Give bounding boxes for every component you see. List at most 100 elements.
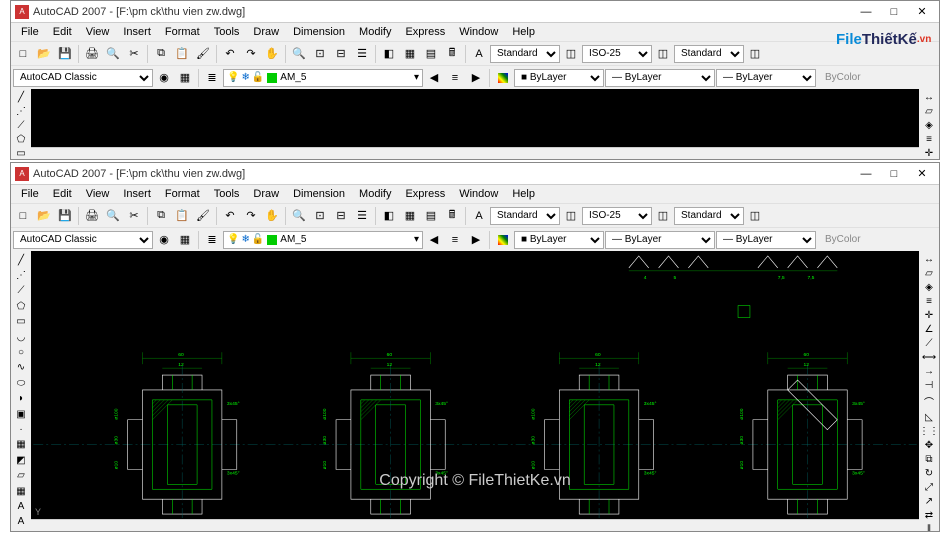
menu-file[interactable]: File <box>15 25 45 39</box>
undo-button[interactable]: ↶ <box>220 44 240 64</box>
menu-edit[interactable]: Edit <box>47 25 78 39</box>
dimstyle-icon[interactable]: ◫ <box>653 44 673 64</box>
menu-express[interactable]: Express <box>399 25 451 39</box>
tablestyle-icon[interactable]: ◫ <box>745 44 765 64</box>
maximize-button[interactable]: □ <box>881 3 907 21</box>
copy-button[interactable]: ⧉ <box>151 206 171 226</box>
minimize-button[interactable]: — <box>853 165 879 183</box>
cham-tool[interactable]: ◺ <box>920 411 938 424</box>
horizontal-scrollbar[interactable] <box>31 147 919 159</box>
line-tool[interactable]: ╱ <box>12 253 30 267</box>
textstyle-select[interactable]: Standard <box>490 207 560 225</box>
tbl-tool[interactable]: ▦ <box>12 484 30 498</box>
tablestyle-select[interactable]: Standard <box>674 45 744 63</box>
dist-tool[interactable]: ↔ <box>920 253 938 266</box>
cop-tool[interactable]: ⧉ <box>920 453 938 466</box>
dist-tool[interactable]: ↔ <box>920 91 938 104</box>
tablestyle-icon[interactable]: ◫ <box>745 206 765 226</box>
new-button[interactable]: □ <box>13 44 33 64</box>
menu-insert[interactable]: Insert <box>117 187 157 201</box>
mir-tool[interactable]: ⇄ <box>920 509 938 522</box>
color-select[interactable]: ■ ByLayer <box>514 69 604 87</box>
layer-nav-1[interactable]: ≡ <box>445 230 465 250</box>
menu-express[interactable]: Express <box>399 187 451 201</box>
layer-select[interactable]: 💡❄🔓AM_5▾ <box>223 231 423 249</box>
ell-tool[interactable]: ⬭ <box>12 376 30 390</box>
dc-button[interactable]: ◧ <box>379 206 399 226</box>
zoomrt-button[interactable]: 🔍 <box>289 44 309 64</box>
zoomw-button[interactable]: ⊡ <box>310 206 330 226</box>
rot-tool[interactable]: ↻ <box>920 467 938 480</box>
menu-modify[interactable]: Modify <box>353 25 397 39</box>
menu-tools[interactable]: Tools <box>208 187 246 201</box>
menu-format[interactable]: Format <box>159 25 206 39</box>
workspace-select[interactable]: AutoCAD Classic <box>13 69 153 87</box>
layer-nav-0[interactable]: ◀ <box>424 230 444 250</box>
prop-button[interactable]: ☰ <box>352 44 372 64</box>
sset-button[interactable]: ▤ <box>421 206 441 226</box>
mov-tool[interactable]: ✥ <box>920 439 938 452</box>
layer-manager-button[interactable]: ≣ <box>202 68 222 88</box>
lineweight-select[interactable]: — ByLayer <box>716 231 816 249</box>
open-button[interactable]: 📂 <box>34 206 54 226</box>
cut-button[interactable]: ✂ <box>124 206 144 226</box>
horizontal-scrollbar[interactable] <box>31 519 919 531</box>
ws-btn-1[interactable]: ▦ <box>175 68 195 88</box>
id-tool[interactable]: ✛ <box>920 309 938 322</box>
cline-tool[interactable]: ⋰ <box>12 268 30 282</box>
layer-manager-button[interactable]: ≣ <box>202 230 222 250</box>
menu-window[interactable]: Window <box>453 187 504 201</box>
close-button[interactable]: ✕ <box>909 3 935 21</box>
reg-tool[interactable]: ▱ <box>12 468 30 482</box>
mprop-tool[interactable]: ◈ <box>920 281 938 294</box>
ws-btn-0[interactable]: ◉ <box>154 68 174 88</box>
dimstyle-icon[interactable]: ◫ <box>653 206 673 226</box>
blk-tool[interactable]: ▣ <box>12 407 30 421</box>
layer-nav-1[interactable]: ≡ <box>445 68 465 88</box>
poly-tool[interactable]: ⬠ <box>12 133 30 146</box>
titlebar[interactable]: A AutoCAD 2007 - [F:\pm ck\thu vien zw.d… <box>11 1 939 23</box>
ws-btn-1[interactable]: ▦ <box>175 230 195 250</box>
menu-dimension[interactable]: Dimension <box>287 187 351 201</box>
model-canvas[interactable]: 4 5 7,5 7,5 6012ø100ø30ø103x45°3x45°6012… <box>31 251 919 519</box>
layer-nav-0[interactable]: ◀ <box>424 68 444 88</box>
tool-button[interactable]: ▦ <box>400 44 420 64</box>
arc-tool[interactable]: ◡ <box>12 330 30 344</box>
zoomrt-button[interactable]: 🔍 <box>289 206 309 226</box>
menu-help[interactable]: Help <box>506 187 541 201</box>
sset-button[interactable]: ▤ <box>421 44 441 64</box>
fil-tool[interactable]: ⌒ <box>920 393 938 410</box>
match-button[interactable]: 🖌 <box>193 44 213 64</box>
ext-tool[interactable]: → <box>920 365 938 378</box>
copy-button[interactable]: ⧉ <box>151 44 171 64</box>
textstyle-icon[interactable]: A <box>469 206 489 226</box>
poly-tool[interactable]: ⬠ <box>12 299 30 313</box>
undo-button[interactable]: ↶ <box>220 206 240 226</box>
grad-tool[interactable]: ◩ <box>12 453 30 467</box>
rect-tool[interactable]: ▭ <box>12 315 30 329</box>
tool-button[interactable]: ▦ <box>400 206 420 226</box>
layer-select[interactable]: 💡❄🔓AM_5▾ <box>223 69 423 87</box>
redo-button[interactable]: ↷ <box>241 206 261 226</box>
linetype-select[interactable]: — ByLayer <box>605 69 715 87</box>
rect-tool[interactable]: ▭ <box>12 147 30 159</box>
menu-draw[interactable]: Draw <box>247 187 285 201</box>
menu-edit[interactable]: Edit <box>47 187 78 201</box>
linetype-select[interactable]: — ByLayer <box>605 231 715 249</box>
pline-tool[interactable]: ⟋ <box>12 284 30 298</box>
color-button[interactable] <box>493 230 513 250</box>
pan-button[interactable]: ✋ <box>262 44 282 64</box>
pline-tool[interactable]: ⟋ <box>12 119 30 132</box>
textstyle-icon[interactable]: ◫ <box>561 44 581 64</box>
spline-tool[interactable]: ∿ <box>12 361 30 375</box>
layer-nav-2[interactable]: ▶ <box>466 230 486 250</box>
plot-button[interactable]: 🖨 <box>82 44 102 64</box>
zoomp-button[interactable]: ⊟ <box>331 44 351 64</box>
list-tool[interactable]: ≡ <box>920 295 938 308</box>
len-tool[interactable]: ⟋ <box>920 337 938 350</box>
menu-window[interactable]: Window <box>453 25 504 39</box>
tablestyle-select[interactable]: Standard <box>674 207 744 225</box>
menu-modify[interactable]: Modify <box>353 187 397 201</box>
ws-btn-0[interactable]: ◉ <box>154 230 174 250</box>
save-button[interactable]: 💾 <box>55 44 75 64</box>
